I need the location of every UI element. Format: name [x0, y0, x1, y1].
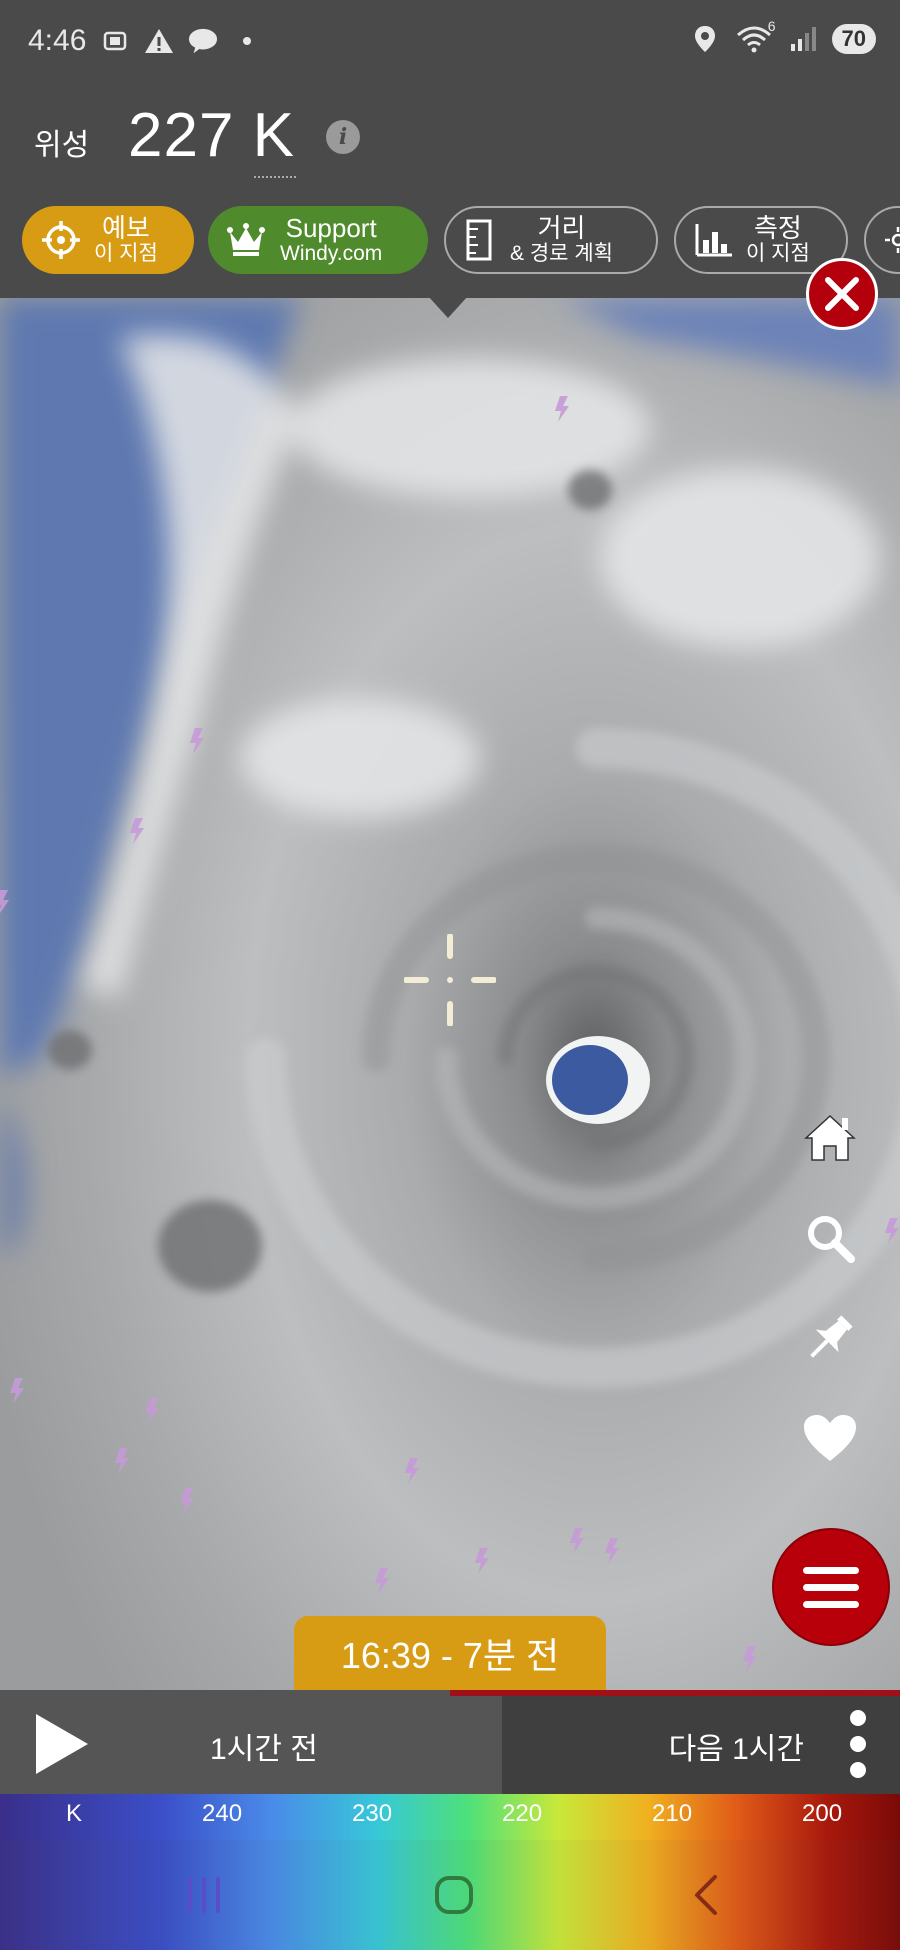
more-options-icon[interactable]	[848, 1710, 868, 1778]
measure-sublabel: 이 지점	[746, 241, 810, 265]
sun-icon	[885, 227, 900, 253]
close-icon	[825, 277, 859, 311]
distance-button[interactable]: 거리 & 경로 계획	[444, 206, 658, 274]
location-icon	[690, 24, 720, 54]
color-legend[interactable]: K 240 230 220 210 200	[0, 1794, 900, 1840]
satellite-map[interactable]: 16:39 - 7분 전	[0, 298, 900, 1690]
menu-bar	[803, 1600, 859, 1608]
legend-unit: K	[66, 1800, 83, 1827]
home-nav-icon[interactable]	[424, 1870, 484, 1920]
status-icons-right: 6 70	[690, 18, 876, 54]
network-badge: 6	[767, 18, 776, 34]
alert-icon	[144, 26, 174, 56]
screenshot-icon	[100, 26, 130, 56]
support-sublabel: Windy.com	[280, 241, 383, 265]
action-bar: 예보 이 지점 Support Windy.com 거리 & 경로 계획 측정 이 지점	[0, 198, 900, 298]
crosshair-icon	[404, 934, 496, 1026]
distance-label: 거리	[537, 213, 586, 244]
system-nav-bar	[0, 1840, 900, 1950]
timeline-progress	[450, 1690, 900, 1696]
wifi-icon: 6	[734, 18, 776, 54]
forecast-sublabel: 이 지점	[94, 241, 158, 265]
unit-underline	[254, 176, 296, 178]
recents-icon[interactable]	[174, 1870, 234, 1920]
signal-icon	[788, 24, 818, 54]
back-icon[interactable]	[676, 1870, 736, 1920]
timestamp-badge: 16:39 - 7분 전	[294, 1616, 606, 1690]
forecast-button[interactable]: 예보 이 지점	[22, 206, 194, 274]
status-time: 4:46	[28, 24, 87, 57]
close-button[interactable]	[806, 258, 878, 330]
ruler-icon	[466, 219, 492, 261]
more-actions-button[interactable]	[864, 206, 900, 274]
status-bar: 4:46 6 70	[0, 0, 900, 86]
pill-pointer	[428, 298, 468, 318]
home-icon[interactable]	[798, 1106, 862, 1170]
support-label: Support	[285, 213, 377, 244]
heart-icon[interactable]	[798, 1406, 862, 1470]
battery-icon: 70	[831, 24, 876, 54]
next-hour-label[interactable]: 다음 1시간	[669, 1724, 804, 1768]
menu-bar	[803, 1583, 859, 1591]
search-icon[interactable]	[798, 1206, 862, 1270]
timeline-bar: 1시간 전 다음 1시간	[0, 1690, 900, 1794]
play-icon[interactable]	[36, 1714, 88, 1774]
legend-tick: 240	[202, 1800, 243, 1827]
measure-label: 측정	[753, 213, 802, 244]
target-icon	[42, 221, 80, 259]
chart-icon	[695, 224, 732, 257]
layer-label: 위성	[34, 129, 90, 162]
talk-icon	[188, 26, 218, 56]
menu-bar	[803, 1566, 859, 1574]
legend-tick: 200	[802, 1800, 843, 1827]
support-button[interactable]: Support Windy.com	[208, 206, 428, 274]
legend-tick: 210	[652, 1800, 693, 1827]
dot-icon	[232, 26, 262, 56]
forecast-label: 예보	[101, 213, 150, 244]
prev-hour-label[interactable]: 1시간 전	[210, 1724, 318, 1768]
dot	[850, 1710, 866, 1726]
menu-button[interactable]	[772, 1528, 890, 1646]
distance-sublabel: & 경로 계획	[510, 241, 613, 265]
crown-icon	[227, 223, 265, 256]
dot	[850, 1736, 866, 1752]
pin-icon[interactable]	[798, 1306, 862, 1370]
dot	[850, 1762, 866, 1778]
layer-value[interactable]: 227 K	[128, 100, 295, 171]
info-icon[interactable]: i	[326, 120, 360, 154]
legend-tick: 220	[502, 1800, 543, 1827]
layer-header: 위성 227 K i	[0, 86, 900, 198]
status-icons-left	[100, 26, 262, 56]
legend-tick: 230	[352, 1800, 393, 1827]
map-tools	[798, 1106, 862, 1506]
